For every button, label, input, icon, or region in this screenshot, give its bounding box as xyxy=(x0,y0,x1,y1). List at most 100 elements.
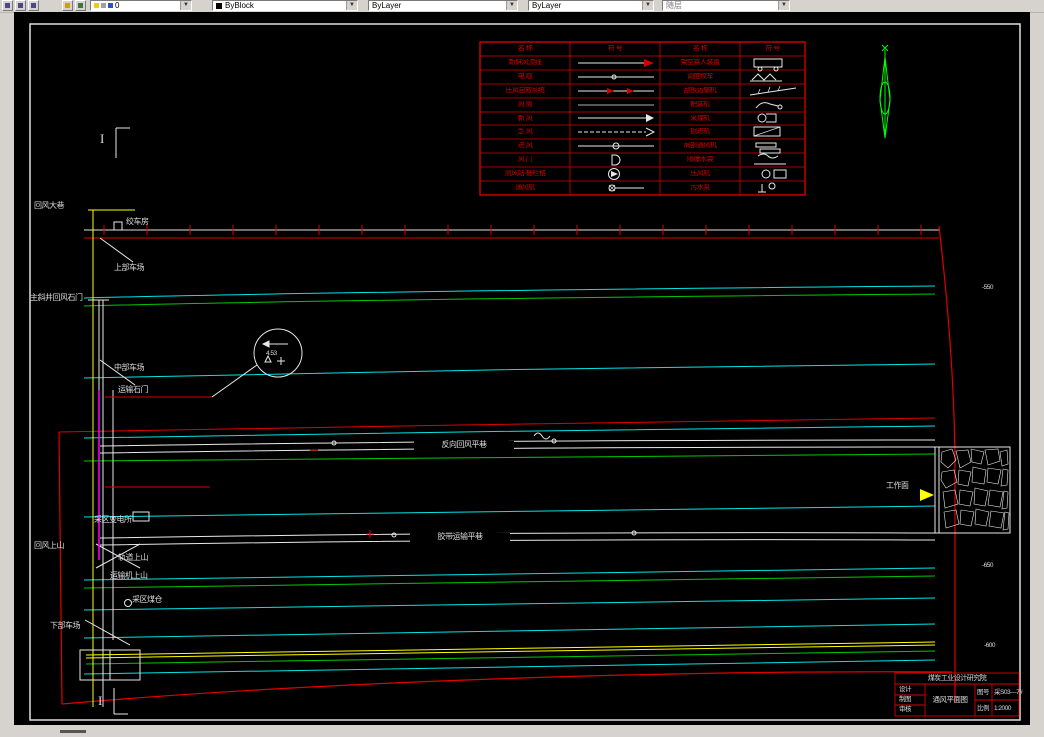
toolbar-button-3[interactable] xyxy=(28,0,39,11)
linetype-combo[interactable]: ByLayer ▼ xyxy=(368,0,518,11)
label-district-substation: 采区变电所 xyxy=(94,515,132,524)
freeze-icon xyxy=(101,3,106,9)
legend-symbol-fresh-air-arrow xyxy=(578,59,654,67)
boundary-right xyxy=(938,225,956,702)
legend-row-label: 刮板运输机 xyxy=(683,87,717,94)
label-middle-yard: 中部车场 xyxy=(114,363,145,372)
haulage-yellow-2 xyxy=(85,644,936,659)
cad-window: 0 ▼ ByBlock ▼ ByLayer ▼ ByLayer ▼ 随层 ▼ 回… xyxy=(0,0,1044,737)
legend-symbol-return-air-arrow xyxy=(578,127,656,137)
label-winch-house: 绞车房 xyxy=(126,217,149,226)
lineweight-combo-value: ByLayer xyxy=(532,1,562,10)
legend-symbol-measuring-station xyxy=(608,168,620,180)
legend-row-label: 局部通风机 xyxy=(683,142,717,149)
lock-icon xyxy=(108,3,113,9)
plotstyle-combo[interactable]: 随层 ▼ xyxy=(662,0,790,11)
chevron-down-icon[interactable]: ▼ xyxy=(506,1,517,10)
titleblock-draft-label: 制图 xyxy=(899,696,912,703)
boundary-red-mid xyxy=(58,417,936,433)
legend-header-name-2: 名 称 xyxy=(692,45,708,52)
face-arrow-icon xyxy=(920,489,934,501)
legend-row-label: 电 缆 xyxy=(517,73,533,80)
label-main-incline-crosscut: 主斜井回风石门 xyxy=(30,293,83,302)
legend-symbol-dispatch-winch xyxy=(750,73,782,82)
legend-row-label: 采煤机 xyxy=(690,115,710,122)
legend-symbols-right xyxy=(749,58,797,193)
detail-callout xyxy=(211,328,303,398)
label-lower-yard: 下部车场 xyxy=(50,621,81,630)
plotstyle-combo-value: 随层 xyxy=(666,1,682,10)
titleblock-scale-value: 1:2000 xyxy=(994,705,1011,712)
drawing-canvas[interactable]: 回风大巷 绞车房 上部车场 主斜井回风石门 中部车场 运输石门 采区变电所 回风… xyxy=(14,12,1030,725)
contour-cyan-2 xyxy=(83,363,936,379)
titleblock-no-value: 采S03—7# xyxy=(994,689,1023,696)
lineweight-combo[interactable]: ByLayer ▼ xyxy=(528,0,654,11)
legend-header-symbol-1: 符 号 xyxy=(607,45,623,52)
airway-yellow xyxy=(88,209,135,707)
legend-row-label: 掘进机 xyxy=(690,128,710,135)
section-mark-top: I xyxy=(100,131,104,146)
toolbar-button-1[interactable] xyxy=(2,0,13,11)
legend-symbol-compressed-air-line xyxy=(578,88,654,94)
titleblock-scale-label: 比例 xyxy=(977,705,990,712)
chevron-down-icon[interactable]: ▼ xyxy=(778,1,789,10)
squiggle-mark xyxy=(533,432,551,440)
legend-symbol-sewage-pump xyxy=(758,182,776,193)
legend-header-name-1: 名 称 xyxy=(517,45,533,52)
layers-dialog-button[interactable] xyxy=(62,0,73,11)
legend-row-label: 乏 风 xyxy=(517,128,533,135)
label-district-coal-bunker: 采区煤仓 xyxy=(132,595,163,604)
legend-symbol-airflow-line xyxy=(578,142,654,150)
label-elevation-550: -550 xyxy=(982,284,994,291)
chevron-down-icon[interactable]: ▼ xyxy=(180,1,191,10)
legend-row-label: 新鲜风流线 xyxy=(508,59,542,66)
boundary-left xyxy=(58,431,63,705)
toolbar-button-2[interactable] xyxy=(15,0,26,11)
tool-icon xyxy=(18,3,23,8)
titleblock-no-label: 图号 xyxy=(977,689,990,696)
color-swatch-icon xyxy=(216,2,222,9)
chevron-down-icon[interactable]: ▼ xyxy=(346,1,357,10)
tool-icon xyxy=(5,3,10,8)
legend-row-label: 调度绞车 xyxy=(687,73,714,80)
label-belt-gallery: 胶带运输平巷 xyxy=(410,532,510,542)
contour-cyan-1 xyxy=(83,285,936,299)
color-combo-value: ByBlock xyxy=(225,1,254,10)
legend-row-label: 风 筒 xyxy=(517,101,533,108)
legend-symbol-roadheader xyxy=(753,126,781,137)
legend-symbol-shearer xyxy=(757,113,777,123)
section-marks xyxy=(113,127,130,715)
layer-states-button[interactable] xyxy=(75,0,86,11)
label-track-incline: 轨道上山 xyxy=(118,553,149,562)
leader-line xyxy=(211,364,258,398)
legend-row-label: 测风站·栅栏格 xyxy=(504,170,546,177)
contour-cyan-7 xyxy=(83,623,936,639)
bulb-icon xyxy=(94,3,99,9)
titleblock-org: 煤炭工业设计研究院 xyxy=(927,675,987,682)
legend-row-label: 压风自救系统 xyxy=(505,87,546,94)
layer-combo[interactable]: 0 ▼ xyxy=(90,0,192,11)
crosscut-red xyxy=(105,396,212,488)
label-conveyor-incline: 运输机上山 xyxy=(110,571,148,580)
legend-symbol-local-fan xyxy=(755,142,781,154)
label-return-incline: 回风上山 xyxy=(34,541,65,550)
boundary-bottom xyxy=(61,671,953,705)
shaft-structure xyxy=(79,209,212,707)
return-air-gallery-bottom xyxy=(99,446,936,454)
contour-lines xyxy=(58,285,936,675)
label-elevation-650: -650 xyxy=(982,562,994,569)
section-mark-bottom: I xyxy=(98,693,102,708)
tool-icon xyxy=(31,3,36,8)
label-upper-yard: 上部车场 xyxy=(114,263,145,272)
layers-icon xyxy=(65,3,70,8)
legend-row-label: 污水泵 xyxy=(690,184,710,191)
legend-symbol-rock-loader xyxy=(755,102,783,110)
legend-row-label: 通风机 xyxy=(515,184,535,191)
legend-row-label: 压风机 xyxy=(690,170,710,177)
belt-gallery-top xyxy=(99,532,936,539)
titleblock-design-label: 设计 xyxy=(899,686,912,693)
chevron-down-icon[interactable]: ▼ xyxy=(642,1,653,10)
color-combo[interactable]: ByBlock ▼ xyxy=(212,0,358,11)
survey-baseline xyxy=(84,225,939,239)
legend-symbol-main-fan xyxy=(608,184,644,192)
